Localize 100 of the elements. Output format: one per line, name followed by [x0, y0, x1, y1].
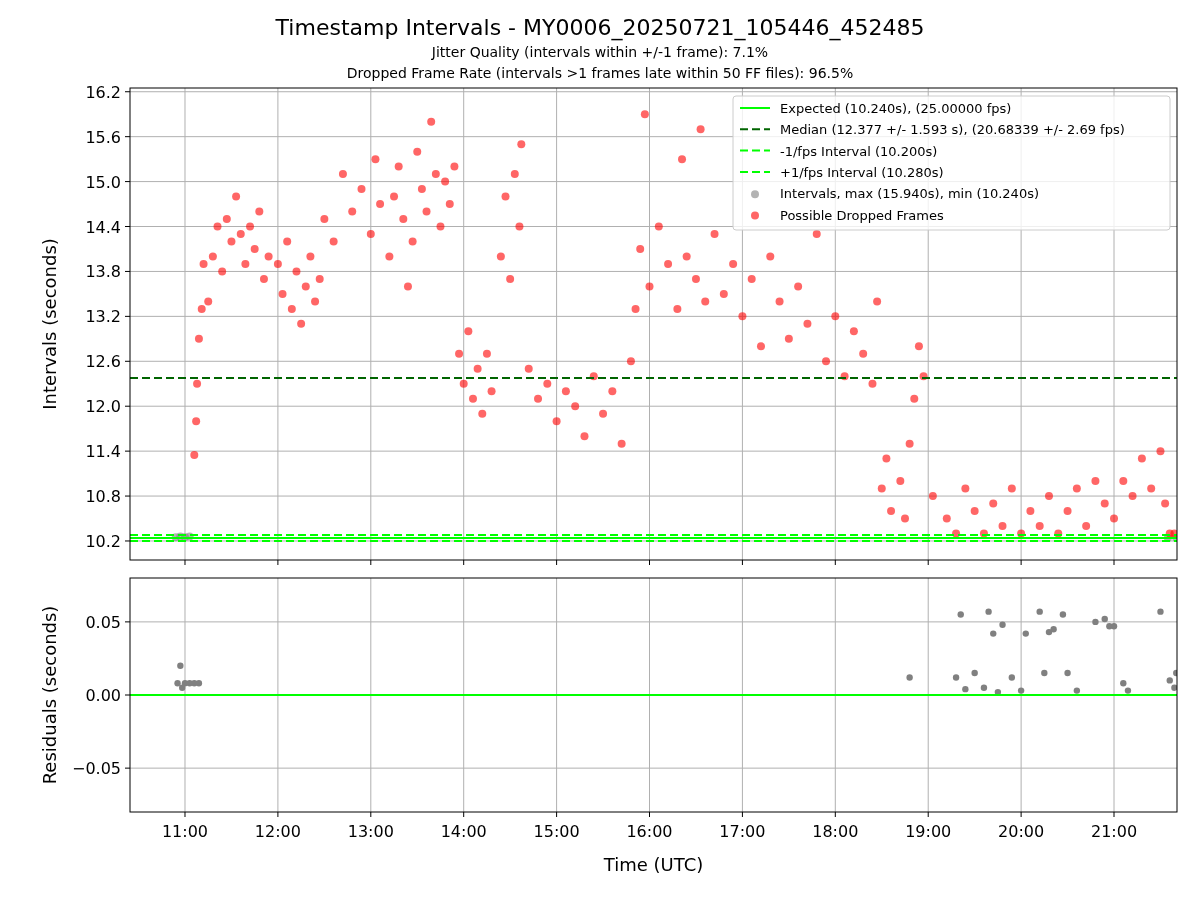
data-point	[696, 125, 705, 134]
data-point	[171, 533, 180, 542]
data-point	[747, 274, 756, 283]
axis-label: Time (UTC)	[603, 854, 704, 875]
data-point	[366, 230, 375, 238]
data-point	[710, 230, 719, 238]
data-point	[617, 439, 626, 448]
data-point	[859, 349, 868, 358]
tick-label: 11.4	[85, 442, 121, 462]
tick-label: 11:00	[161, 822, 209, 841]
data-point	[980, 684, 988, 691]
data-point	[719, 289, 728, 298]
data-point	[1128, 492, 1137, 501]
data-point	[691, 274, 700, 283]
data-point	[882, 454, 891, 463]
tick-label: 21:00	[1090, 822, 1138, 841]
data-point	[204, 297, 213, 306]
data-point	[264, 252, 273, 261]
data-point	[1161, 499, 1170, 508]
tick-label: 13:00	[347, 822, 394, 841]
data-point	[445, 200, 454, 209]
data-point	[589, 372, 598, 381]
data-point	[989, 499, 998, 508]
legend-label: Possible Dropped Frames	[780, 207, 944, 223]
tick-label: 16:00	[626, 822, 673, 841]
axis-label: Residuals (seconds)	[39, 605, 60, 785]
data-point	[534, 394, 542, 403]
data-point	[673, 304, 682, 313]
data-point	[306, 252, 315, 261]
tick-label: 10.8	[85, 487, 121, 507]
data-point	[227, 237, 236, 246]
data-point	[571, 402, 580, 411]
data-point	[1026, 507, 1035, 516]
data-point	[971, 669, 978, 677]
data-point	[1059, 611, 1067, 618]
data-point	[664, 259, 673, 268]
data-point	[1082, 522, 1091, 530]
data-point	[222, 215, 231, 224]
data-point	[766, 252, 775, 261]
data-point	[636, 245, 645, 253]
data-point	[877, 484, 886, 493]
data-point	[906, 674, 913, 681]
tick-label: 17:00	[719, 822, 766, 841]
data-point	[441, 177, 450, 186]
data-point	[1064, 669, 1071, 677]
data-point	[311, 297, 320, 306]
data-point	[199, 259, 208, 268]
tick-label: 12.6	[85, 352, 121, 372]
data-point	[487, 387, 496, 396]
data-point	[232, 192, 241, 201]
data-point	[464, 327, 473, 336]
data-point	[1092, 618, 1099, 626]
data-point	[469, 394, 477, 403]
data-point	[403, 282, 412, 291]
data-point	[822, 357, 830, 366]
axis-label: Intervals (seconds)	[39, 238, 60, 410]
data-point	[329, 237, 338, 246]
data-point	[962, 685, 969, 693]
tick-label: 14:00	[440, 822, 487, 841]
figure-subtitle: Jitter Quality (intervals within +/-1 frame): 7.1%	[431, 43, 769, 62]
figure-subtitle: Dropped Frame Rate (intervals >1 frames late within 50 FF files): 96.5%	[346, 64, 854, 83]
data-point	[1156, 447, 1165, 456]
data-point	[849, 327, 858, 336]
tick-label: 10.2	[85, 532, 121, 551]
data-point	[979, 529, 988, 538]
data-point	[259, 274, 268, 283]
data-point	[246, 222, 255, 231]
data-point	[501, 192, 510, 201]
data-point	[998, 522, 1007, 530]
data-point	[561, 387, 570, 396]
data-point	[506, 274, 515, 283]
tick-label: 0.05	[85, 612, 121, 632]
legend-label: -1/fps Interval (10.200s)	[780, 143, 938, 159]
data-point	[385, 252, 394, 261]
data-point	[631, 304, 640, 313]
data-point	[250, 245, 259, 253]
tick-label: 0.00	[85, 686, 121, 705]
data-point	[775, 297, 784, 306]
tick-label: 14.4	[85, 217, 121, 237]
legend-label: Expected (10.240s), (25.00000 fps)	[780, 101, 1012, 116]
data-point	[640, 110, 649, 119]
data-point	[278, 289, 287, 298]
tick-label: 15.6	[85, 127, 121, 147]
data-point	[1110, 514, 1118, 523]
legend-label: Median (12.377 +/- 1.593 s), (20.68339 +/- 2.69 fps)	[780, 122, 1125, 138]
data-point	[678, 155, 686, 164]
data-point	[517, 140, 526, 149]
data-point	[999, 621, 1006, 628]
data-point	[478, 409, 487, 418]
data-point	[812, 230, 821, 238]
data-point	[626, 357, 635, 366]
data-point	[942, 514, 951, 523]
data-point	[928, 492, 937, 501]
data-point	[1091, 477, 1100, 486]
data-point	[450, 162, 459, 171]
data-point	[1054, 529, 1063, 538]
data-point	[990, 630, 997, 637]
data-point	[301, 282, 310, 291]
data-point	[1041, 669, 1048, 677]
data-point	[1017, 687, 1025, 694]
